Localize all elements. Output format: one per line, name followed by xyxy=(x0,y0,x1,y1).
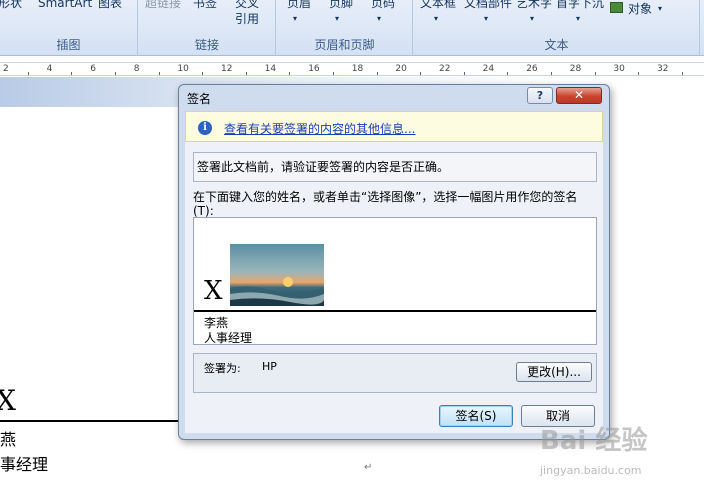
ribbon-group-header-footer: 页眉 ▾ 页脚 ▾ 页码 ▾ 页眉和页脚 xyxy=(277,0,413,56)
ruler-tick-label: 18 xyxy=(351,64,364,74)
hyperlink-button[interactable]: 超链接 xyxy=(145,0,181,10)
group-label-links: 链接 xyxy=(194,38,219,52)
wordart-button[interactable]: 艺术字 xyxy=(516,0,552,10)
object-icon[interactable] xyxy=(610,2,623,13)
sign-dialog: 签名 ? ✕ i 查看有关要签署的内容的其他信息... 签署此文档前，请验证要签… xyxy=(178,84,610,440)
quick-parts-button[interactable]: 文档部件 xyxy=(464,0,512,10)
wordart-dropdown-icon[interactable]: ▾ xyxy=(530,14,534,23)
verify-message: 签署此文档前，请验证要签署的内容是否正确。 xyxy=(197,160,450,174)
ruler-tick-mark xyxy=(289,72,291,75)
ruler-tick-label: 12 xyxy=(221,64,233,74)
ruler-tick-label: 6 xyxy=(90,64,96,74)
info-icon: i xyxy=(198,121,212,135)
ribbon-group-links: 超链接 书签 交叉 引用 链接 xyxy=(139,0,276,56)
ruler-tick-mark xyxy=(333,72,334,75)
ruler-tick-label: 8 xyxy=(133,64,140,74)
ruler-tick-mark xyxy=(158,72,160,75)
chart-button[interactable]: 图表 xyxy=(98,0,122,10)
verify-message-box: 签署此文档前，请验证要签署的内容是否正确。 xyxy=(193,152,597,182)
ruler-tick-mark xyxy=(681,72,683,75)
signature-instruction: 在下面键入您的姓名，或者单击“选择图像”，选择一幅图片用作您的签名(T): xyxy=(193,190,578,218)
ruler-tick-mark xyxy=(27,72,29,75)
group-label-illustrations: 插图 xyxy=(56,38,81,52)
info-bar: i 查看有关要签署的内容的其他信息... xyxy=(185,111,603,142)
signing-as-value: HP xyxy=(262,360,277,373)
drop-cap-dropdown-icon[interactable]: ▾ xyxy=(576,14,580,23)
ruler-tick-mark xyxy=(594,72,596,75)
quick-parts-dropdown-icon[interactable]: ▾ xyxy=(484,14,488,23)
ruler-tick-mark xyxy=(202,72,204,75)
document-signature-line xyxy=(0,420,182,422)
ruler-tick-label: 10 xyxy=(177,64,189,74)
ruler-tick-label: 28 xyxy=(569,64,582,74)
group-label-header-footer: 页眉和页脚 xyxy=(314,38,375,52)
ruler-tick-label: 30 xyxy=(613,64,625,74)
ruler-tick-mark xyxy=(115,72,116,75)
signature-input-area[interactable]: X 李燕 人事经理 xyxy=(193,217,597,345)
ruler-tick-mark xyxy=(376,72,378,75)
watermark-url: jingyan.baidu.com xyxy=(540,464,642,477)
ribbon-group-illustrations: 形状 SmartArt 图表 插图 xyxy=(0,0,138,56)
cross-reference-button[interactable]: 交叉 xyxy=(235,0,259,10)
page-number-button[interactable]: 页码 xyxy=(371,0,395,10)
signature-x-mark: X xyxy=(204,276,223,306)
document-signer-title: 事经理 xyxy=(0,455,49,474)
signing-as-label: 签署为: xyxy=(204,362,241,375)
ruler-tick-label: 16 xyxy=(308,64,320,74)
header-dropdown-icon[interactable]: ▾ xyxy=(293,14,297,23)
paragraph-mark: ↵ xyxy=(364,462,373,473)
signature-line xyxy=(194,310,596,312)
baidu-watermark: Bai 经验 jingyan.baidu.com xyxy=(530,418,700,484)
ruler-tick-mark xyxy=(551,72,552,75)
footer-dropdown-icon[interactable]: ▾ xyxy=(335,14,339,23)
header-button[interactable]: 页眉 xyxy=(287,0,311,10)
shapes-button[interactable]: 形状 xyxy=(0,0,22,10)
group-label-text: 文本 xyxy=(544,38,569,52)
dialog-titlebar[interactable]: 签名 ? ✕ xyxy=(179,85,609,109)
ruler-tick-mark xyxy=(638,72,640,75)
ruler-tick-label: 32 xyxy=(657,64,669,74)
object-button[interactable]: 对象 xyxy=(628,2,652,16)
textbox-dropdown-icon[interactable]: ▾ xyxy=(434,14,438,23)
signer-role: 人事经理 xyxy=(204,331,253,345)
close-button[interactable]: ✕ xyxy=(556,87,602,104)
drop-cap-button[interactable]: 首字下沉 xyxy=(556,0,604,10)
ruler-tick-mark xyxy=(463,72,465,75)
smartart-button[interactable]: SmartArt xyxy=(38,0,92,10)
textbox-button[interactable]: 文本框 xyxy=(420,0,456,10)
dialog-body: i 查看有关要签署的内容的其他信息... 签署此文档前，请验证要签署的内容是否正… xyxy=(185,111,603,433)
cross-reference-button-line2[interactable]: 引用 xyxy=(235,12,259,26)
more-info-link[interactable]: 查看有关要签署的内容的其他信息... xyxy=(224,120,415,137)
ruler-tick-label: 26 xyxy=(526,64,538,74)
footer-button[interactable]: 页脚 xyxy=(329,0,353,10)
change-button[interactable]: 更改(H)... xyxy=(516,362,592,382)
watermark-logo-text: Bai 经验 xyxy=(540,426,648,456)
ruler-tick-mark xyxy=(507,72,509,75)
signing-as-panel: 签署为: HP 更改(H)... xyxy=(193,353,597,393)
dialog-title: 签名 xyxy=(187,92,212,106)
bookmark-button[interactable]: 书签 xyxy=(193,0,217,10)
sunset-photo-icon xyxy=(230,244,324,306)
ruler-tick-label: 22 xyxy=(439,64,451,74)
ruler-tick-label: 14 xyxy=(264,64,277,74)
help-button[interactable]: ? xyxy=(527,87,553,104)
signature-image xyxy=(230,244,324,306)
ruler-tick-mark xyxy=(71,72,73,75)
object-dropdown-icon[interactable]: ▾ xyxy=(658,4,662,13)
ruler-tick-label: 24 xyxy=(482,64,495,74)
document-signer-name: 燕 xyxy=(0,430,17,449)
ribbon: 形状 SmartArt 图表 插图 超链接 书签 交叉 引用 链接 页眉 ▾ 页… xyxy=(0,0,704,56)
ruler-tick-label: 4 xyxy=(46,64,53,74)
ruler-tick-mark xyxy=(420,72,422,75)
page-number-dropdown-icon[interactable]: ▾ xyxy=(377,14,381,23)
horizontal-ruler[interactable]: 2 4 6 8 10 12 14 16 18 20 22 24 26 28 30 32 xyxy=(0,62,704,76)
ruler-tick-mark xyxy=(245,72,247,75)
ruler-tick-label: 20 xyxy=(395,64,407,74)
ribbon-group-text: 文本框 ▾ 文档部件 ▾ 艺术字 ▾ 首字下沉 ▾ 对象 ▾ 文本 xyxy=(414,0,700,56)
ruler-tick-label: 2 xyxy=(3,64,9,74)
document-signature-x: X xyxy=(0,384,16,417)
sign-button[interactable]: 签名(S) xyxy=(439,405,513,427)
